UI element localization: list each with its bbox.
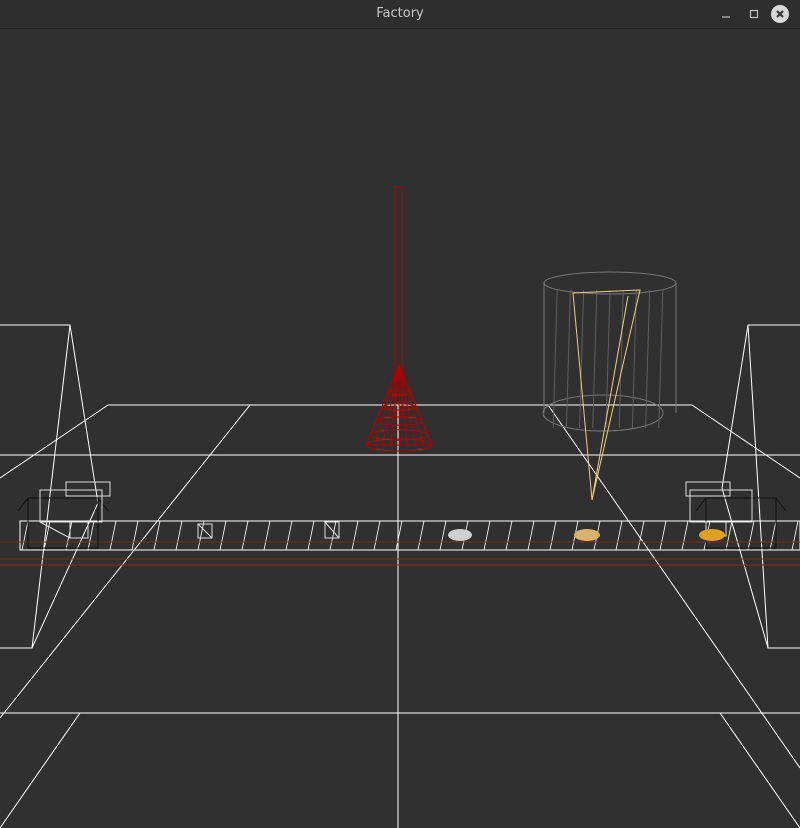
- belt-slat: [263, 520, 271, 551]
- belt-slat: [175, 520, 183, 551]
- maximize-icon: [749, 9, 759, 19]
- cylinder-line: [645, 289, 651, 429]
- belt-slat: [725, 520, 733, 551]
- belt-slat: [329, 520, 337, 551]
- belt-slat: [681, 520, 689, 551]
- belt-slat: [747, 520, 755, 551]
- minimize-button[interactable]: [716, 4, 736, 24]
- belt-slat: [241, 520, 249, 551]
- crate-item: [324, 521, 340, 539]
- cylinder-line: [565, 289, 571, 429]
- cylinder-line: [618, 289, 624, 429]
- belt-slat: [395, 520, 403, 551]
- belt-slat: [153, 520, 161, 551]
- belt-slat: [527, 520, 535, 551]
- 3d-viewport[interactable]: [0, 28, 800, 828]
- close-button[interactable]: [771, 5, 789, 23]
- title-bar[interactable]: Factory: [0, 0, 800, 29]
- spotlight-cylinder: [542, 271, 677, 501]
- gray-disc-item: [448, 529, 472, 541]
- belt-slat: [483, 520, 491, 551]
- belt-slat: [21, 520, 29, 551]
- tan-disc-item: [574, 529, 600, 541]
- belt-slat: [109, 520, 117, 551]
- cylinder-line: [552, 289, 558, 429]
- factory-window: Factory: [0, 0, 800, 828]
- belt-slat: [659, 520, 667, 551]
- belt-slat: [769, 520, 777, 551]
- belt-slat: [505, 520, 513, 551]
- belt-slat: [549, 520, 557, 551]
- belt-slat: [351, 520, 359, 551]
- cylinder-line: [631, 289, 637, 429]
- belt-slat: [219, 520, 227, 551]
- belt-slat: [615, 520, 623, 551]
- close-icon: [776, 10, 784, 18]
- maximize-button[interactable]: [744, 4, 764, 24]
- crate-item: [197, 523, 213, 539]
- red-lamp: [365, 186, 433, 452]
- cylinder-line: [592, 289, 598, 429]
- factory-scene: [0, 186, 800, 828]
- belt-slat: [439, 520, 447, 551]
- window-title: Factory: [376, 6, 424, 21]
- right-wall-box: [721, 324, 800, 649]
- belt-slat: [65, 520, 73, 551]
- floor-grid: [0, 404, 800, 828]
- belt-slat: [285, 520, 293, 551]
- belt-slat: [87, 520, 95, 551]
- left-wall-box: [0, 324, 99, 649]
- belt-slat: [791, 520, 799, 551]
- minimize-icon: [722, 16, 730, 18]
- gold-disc-item: [699, 529, 725, 541]
- belt-slat: [373, 520, 381, 551]
- conveyor-belt: [0, 520, 800, 566]
- belt-items: [197, 521, 725, 541]
- belt-slat: [417, 520, 425, 551]
- belt-slat: [307, 520, 315, 551]
